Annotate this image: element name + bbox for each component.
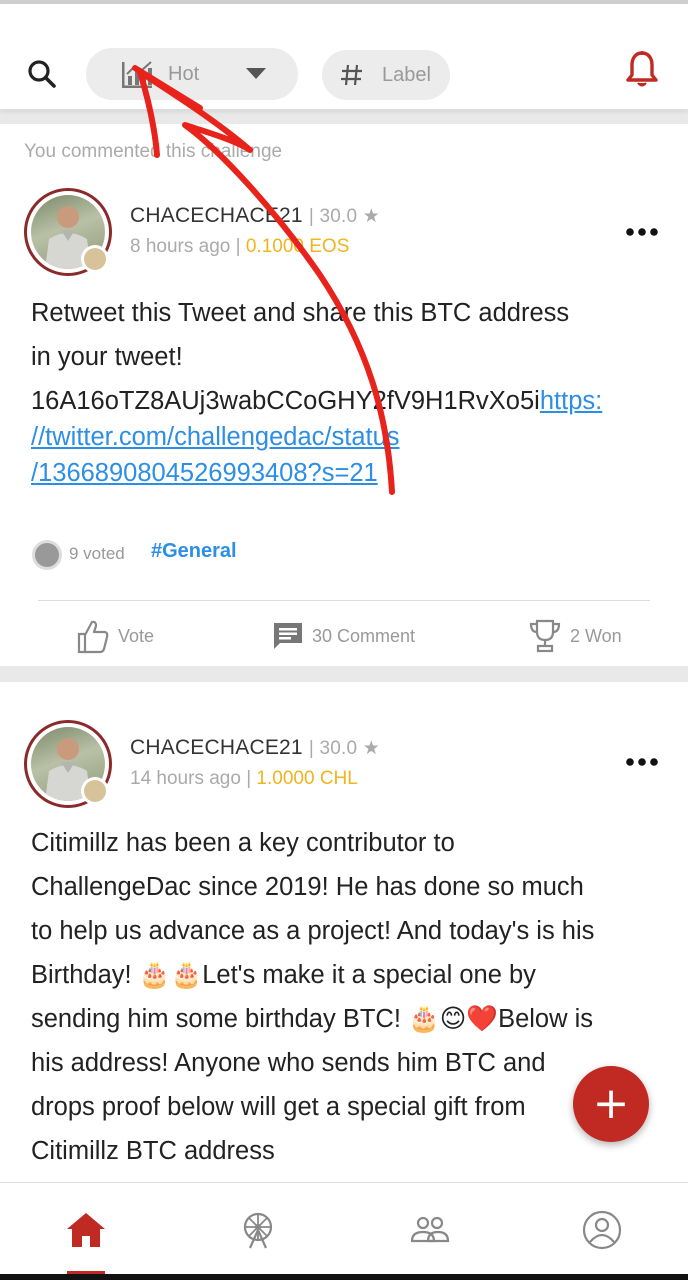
post-reward: 0.1000 EOS — [245, 236, 350, 257]
plus-icon: + — [592, 1078, 630, 1129]
username[interactable]: CHACECHACE21 | 30.0 ★ — [130, 204, 380, 228]
post-line: sending him some birthday BTC! 🎂😊❤️Below… — [31, 1005, 594, 1033]
post-time: 8 hours ago | — [130, 236, 241, 257]
label-filter-label: Label — [382, 63, 431, 86]
tweet-link[interactable]: https: — [540, 387, 602, 415]
group-icon — [410, 1216, 450, 1243]
comment-button[interactable]: 30 Comment — [272, 616, 415, 656]
post-body: Citimillz has been a key contributor to … — [31, 821, 661, 1173]
more-horizontal-icon[interactable] — [624, 756, 660, 768]
trophy-icon — [529, 619, 561, 653]
voters-avatar — [32, 540, 62, 570]
avatar[interactable] — [24, 188, 112, 276]
search-button[interactable] — [24, 56, 60, 92]
nav-home[interactable] — [61, 1205, 111, 1255]
level-badge — [81, 777, 109, 805]
post-line: in your tweet! — [31, 343, 183, 371]
top-bar: Hot Label — [0, 4, 688, 110]
post-line: drops proof below will get a special gif… — [31, 1093, 526, 1121]
username-text: CHACECHACE21 — [130, 736, 303, 759]
tweet-link[interactable]: //twitter.com/challengedac/status — [31, 423, 400, 451]
post-line: his address! Anyone who sends him BTC an… — [31, 1049, 546, 1077]
post-line: to help us advance as a project! And tod… — [31, 917, 595, 945]
challenge-card[interactable]: You commented this challenge CHACECHACE2… — [0, 124, 688, 666]
sort-label: Hot — [168, 62, 200, 85]
post-line: ChallengeDac since 2019! He has done so … — [31, 873, 584, 901]
post-meta: 8 hours ago | 0.1000 EOS — [130, 236, 349, 258]
notifications-button[interactable] — [624, 50, 660, 90]
post-line-with-link: 16A16oTZ8AUj3wabCCoGHY2fV9H1RvXo5ihttps: — [31, 379, 661, 423]
comment-note: You commented this challenge — [24, 141, 283, 162]
thumbs-up-icon — [77, 620, 109, 654]
post-line: Birthday! 🎂🎂Let's make it a special one … — [31, 961, 536, 989]
btc-address: 16A16oTZ8AUj3wabCCoGHY2fV9H1RvXo5i — [31, 387, 540, 415]
post-line: Citimillz BTC address — [31, 1137, 275, 1165]
system-bar — [0, 1274, 688, 1280]
hash-icon — [341, 64, 362, 86]
username[interactable]: CHACECHACE21 | 30.0 ★ — [130, 736, 380, 760]
caret-down-icon — [246, 68, 266, 79]
tweet-link-continued: //twitter.com/challengedac/status /13668… — [31, 419, 661, 491]
user-rating: | 30.0 ★ — [308, 738, 380, 759]
trending-chart-icon — [122, 61, 152, 88]
add-challenge-button[interactable]: + — [573, 1066, 649, 1142]
search-icon — [28, 60, 56, 88]
post-line: Citimillz has been a key contributor to — [31, 829, 455, 857]
home-icon — [67, 1213, 105, 1247]
post-time: 14 hours ago | — [130, 768, 252, 789]
bell-icon — [626, 51, 658, 87]
vote-button[interactable]: Vote — [76, 616, 154, 656]
bottom-navigation — [0, 1182, 688, 1280]
comment-icon — [274, 623, 302, 649]
post-meta: 14 hours ago | 1.0000 CHL — [130, 768, 358, 790]
vote-count[interactable]: 9 voted — [69, 544, 125, 564]
won-label: 2 Won — [570, 625, 622, 646]
ferris-wheel-icon — [243, 1212, 273, 1249]
won-button[interactable]: 2 Won — [528, 616, 622, 656]
user-rating: | 30.0 ★ — [308, 206, 380, 227]
nav-profile[interactable] — [577, 1205, 627, 1255]
vote-label: Vote — [118, 625, 155, 646]
label-filter[interactable]: Label — [322, 50, 450, 100]
avatar[interactable] — [24, 720, 112, 808]
level-badge — [81, 245, 109, 273]
post-line: Retweet this Tweet and share this BTC ad… — [31, 299, 570, 327]
post-body: Retweet this Tweet and share this BTC ad… — [31, 291, 661, 491]
nav-community[interactable] — [405, 1205, 455, 1255]
sort-dropdown[interactable]: Hot — [86, 48, 298, 100]
tweet-link[interactable]: /1366890804526993408?s=21 — [31, 459, 378, 487]
post-reward: 1.0000 CHL — [256, 768, 358, 789]
comment-label: 30 Comment — [312, 625, 416, 646]
more-horizontal-icon[interactable] — [624, 226, 660, 238]
nav-explore[interactable] — [233, 1205, 283, 1255]
profile-icon — [582, 1210, 622, 1250]
username-text: CHACECHACE21 — [130, 204, 303, 227]
divider — [38, 600, 650, 601]
category-tag[interactable]: #General — [151, 540, 237, 563]
